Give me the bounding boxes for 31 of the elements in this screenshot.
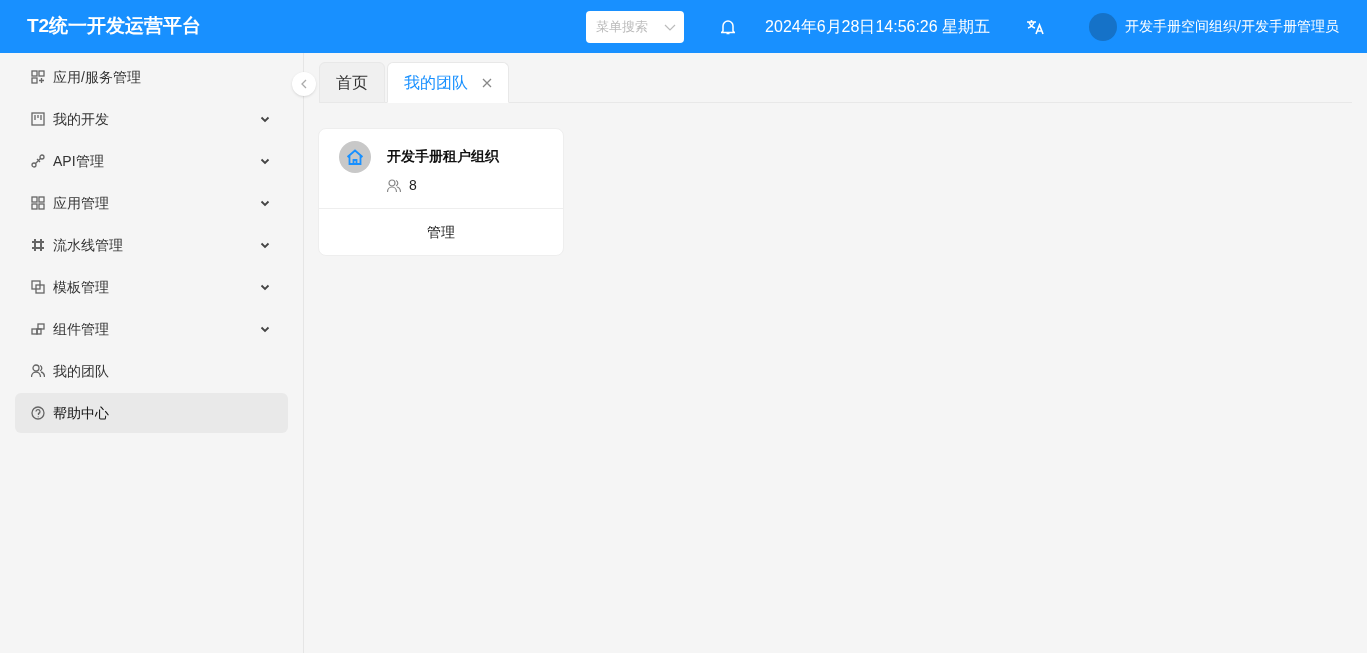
manage-button[interactable]: 管理 <box>319 209 563 255</box>
hash-icon <box>31 238 45 252</box>
link-icon <box>31 154 45 168</box>
help-circle-icon <box>31 406 45 420</box>
translate-icon[interactable] <box>1026 18 1045 35</box>
sidebar-item[interactable]: 应用/服务管理 <box>15 57 288 97</box>
home-icon <box>346 149 364 165</box>
sidebar-item[interactable]: 模板管理 <box>15 267 288 307</box>
current-datetime: 2024年6月28日14:56:26 星期五 <box>765 16 991 37</box>
users-icon <box>31 364 45 378</box>
users-icon <box>387 178 401 193</box>
team-name: 开发手册租户组织 <box>387 147 499 166</box>
member-count: 8 <box>409 176 417 195</box>
app-title: T2统一开发运营平台 <box>27 14 202 39</box>
blocks-icon <box>31 322 45 336</box>
grid-icon <box>31 196 45 210</box>
sidebar-item[interactable]: 流水线管理 <box>15 225 288 265</box>
menu-search-field[interactable]: 菜单搜索 <box>586 10 685 43</box>
overlap-squares-icon <box>31 280 45 294</box>
chevron-left-icon <box>300 79 308 89</box>
sidebar-item[interactable]: 组件管理 <box>15 309 288 349</box>
sidebar-item[interactable]: 我的团队 <box>15 351 288 391</box>
board-icon <box>31 112 45 126</box>
notification-bell-icon[interactable] <box>721 18 736 35</box>
tab[interactable]: 首页 <box>319 62 385 103</box>
sidebar-item[interactable]: 我的开发 <box>15 99 288 139</box>
sidebar-item[interactable]: 应用管理 <box>15 183 288 223</box>
close-icon[interactable] <box>482 77 492 88</box>
sidebar-item[interactable]: 帮助中心 <box>15 393 288 433</box>
sidebar-item[interactable]: API管理 <box>15 141 288 181</box>
grid-icon <box>31 70 45 84</box>
